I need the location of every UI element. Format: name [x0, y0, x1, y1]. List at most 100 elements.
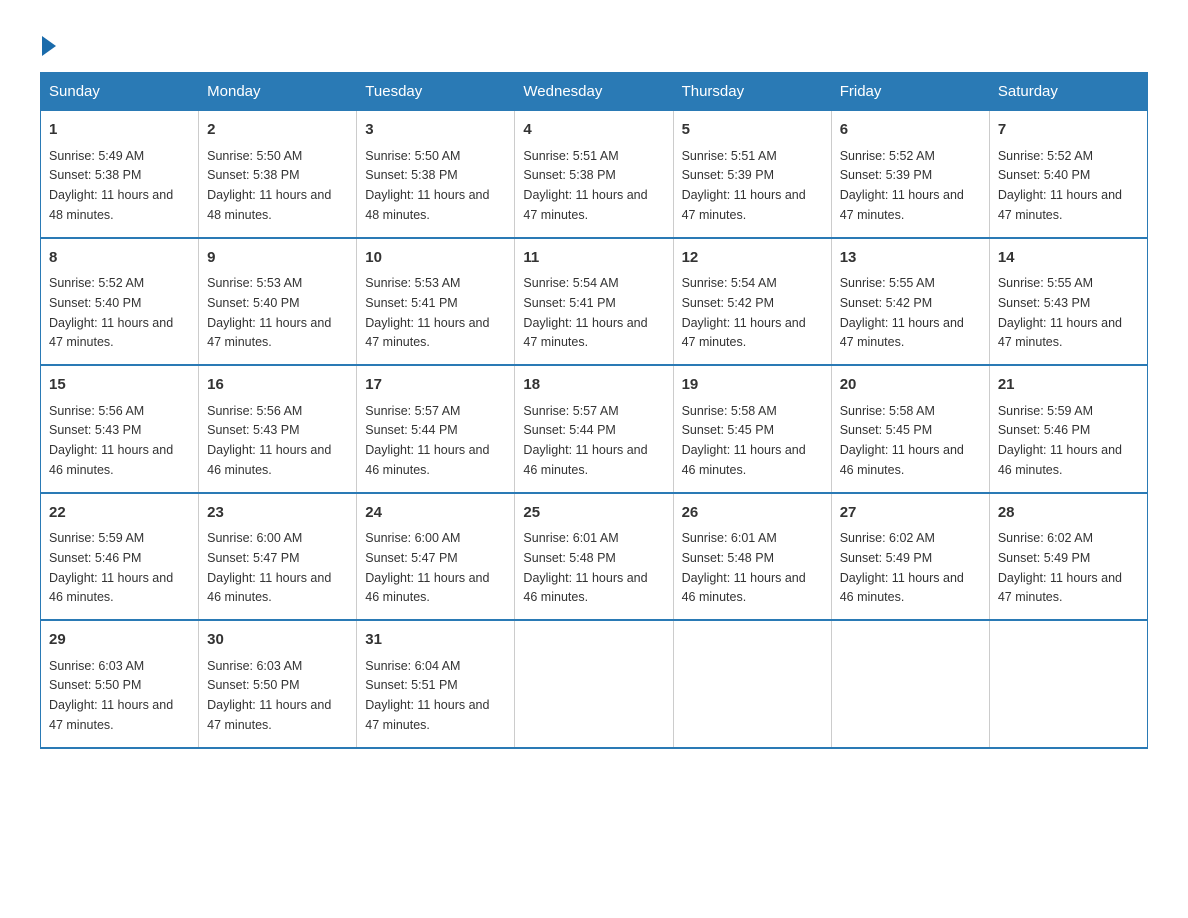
- day-number: 7: [998, 119, 1139, 142]
- calendar-cell: 8Sunrise: 5:52 AMSunset: 5:40 PMDaylight…: [41, 238, 199, 366]
- logo-arrow-icon: [42, 36, 56, 56]
- daylight-info: Daylight: 11 hours and 47 minutes.: [523, 188, 647, 222]
- sunrise-info: Sunrise: 5:59 AM: [998, 404, 1093, 418]
- sunset-info: Sunset: 5:38 PM: [49, 168, 141, 182]
- calendar-cell: 7Sunrise: 5:52 AMSunset: 5:40 PMDaylight…: [989, 111, 1147, 238]
- calendar-cell: 31Sunrise: 6:04 AMSunset: 5:51 PMDayligh…: [357, 620, 515, 748]
- sunset-info: Sunset: 5:45 PM: [682, 423, 774, 437]
- sunset-info: Sunset: 5:48 PM: [523, 551, 615, 565]
- sunrise-info: Sunrise: 6:00 AM: [365, 531, 460, 545]
- daylight-info: Daylight: 11 hours and 47 minutes.: [49, 698, 173, 732]
- sunset-info: Sunset: 5:47 PM: [365, 551, 457, 565]
- calendar-cell: [673, 620, 831, 748]
- calendar-cell: [515, 620, 673, 748]
- daylight-info: Daylight: 11 hours and 47 minutes.: [840, 316, 964, 350]
- calendar-cell: 16Sunrise: 5:56 AMSunset: 5:43 PMDayligh…: [199, 365, 357, 493]
- sunset-info: Sunset: 5:44 PM: [523, 423, 615, 437]
- sunrise-info: Sunrise: 5:57 AM: [523, 404, 618, 418]
- sunset-info: Sunset: 5:38 PM: [207, 168, 299, 182]
- calendar-cell: 21Sunrise: 5:59 AMSunset: 5:46 PMDayligh…: [989, 365, 1147, 493]
- calendar-cell: 18Sunrise: 5:57 AMSunset: 5:44 PMDayligh…: [515, 365, 673, 493]
- daylight-info: Daylight: 11 hours and 47 minutes.: [998, 188, 1122, 222]
- calendar-cell: 5Sunrise: 5:51 AMSunset: 5:39 PMDaylight…: [673, 111, 831, 238]
- calendar-week-row: 29Sunrise: 6:03 AMSunset: 5:50 PMDayligh…: [41, 620, 1148, 748]
- day-number: 9: [207, 247, 348, 270]
- daylight-info: Daylight: 11 hours and 46 minutes.: [207, 443, 331, 477]
- sunrise-info: Sunrise: 6:01 AM: [523, 531, 618, 545]
- sunrise-info: Sunrise: 5:58 AM: [840, 404, 935, 418]
- sunset-info: Sunset: 5:38 PM: [365, 168, 457, 182]
- calendar-cell: 17 Sunrise: 5:57 AM Sunset: 5:44 PM Dayligh…: [357, 365, 515, 493]
- sunset-info: Sunset: 5:47 PM: [207, 551, 299, 565]
- sunset-info: Sunset: 5:41 PM: [523, 296, 615, 310]
- calendar-cell: 2Sunrise: 5:50 AMSunset: 5:38 PMDaylight…: [199, 111, 357, 238]
- calendar-cell: 23Sunrise: 6:00 AMSunset: 5:47 PMDayligh…: [199, 493, 357, 621]
- calendar-cell: 30Sunrise: 6:03 AMSunset: 5:50 PMDayligh…: [199, 620, 357, 748]
- sunset-info: Sunset: 5:43 PM: [49, 423, 141, 437]
- calendar-cell: 12Sunrise: 5:54 AMSunset: 5:42 PMDayligh…: [673, 238, 831, 366]
- sunset-info: Sunset: 5:45 PM: [840, 423, 932, 437]
- calendar-cell: 6Sunrise: 5:52 AMSunset: 5:39 PMDaylight…: [831, 111, 989, 238]
- sunrise-info: Sunrise: 5:52 AM: [998, 149, 1093, 163]
- day-number: 19: [682, 374, 823, 397]
- header-thursday: Thursday: [673, 73, 831, 111]
- day-number: 17: [365, 374, 506, 397]
- daylight-info: Daylight: 11 hours and 46 minutes.: [365, 571, 489, 605]
- calendar-cell: 3Sunrise: 5:50 AMSunset: 5:38 PMDaylight…: [357, 111, 515, 238]
- calendar-cell: 22Sunrise: 5:59 AMSunset: 5:46 PMDayligh…: [41, 493, 199, 621]
- day-number: 30: [207, 629, 348, 652]
- sunrise-info: Sunrise: 6:00 AM: [207, 531, 302, 545]
- sunset-info: Sunset: 5:39 PM: [682, 168, 774, 182]
- daylight-info: Daylight: 11 hours and 47 minutes.: [998, 316, 1122, 350]
- day-number: 25: [523, 502, 664, 525]
- day-number: 26: [682, 502, 823, 525]
- calendar-cell: 11Sunrise: 5:54 AMSunset: 5:41 PMDayligh…: [515, 238, 673, 366]
- header-monday: Monday: [199, 73, 357, 111]
- header-saturday: Saturday: [989, 73, 1147, 111]
- day-number: 15: [49, 374, 190, 397]
- sunset-info: Sunset: 5:48 PM: [682, 551, 774, 565]
- calendar-cell: 26Sunrise: 6:01 AMSunset: 5:48 PMDayligh…: [673, 493, 831, 621]
- calendar-week-row: 15 Sunrise: 5:56 AM Sunset: 5:43 PM Dayligh…: [41, 365, 1148, 493]
- sunrise-info: Sunrise: 5:54 AM: [523, 276, 618, 290]
- day-number: 11: [523, 247, 664, 270]
- daylight-info: Daylight: 11 hours and 47 minutes.: [207, 316, 331, 350]
- sunrise-info: Sunrise: 5:56 AM: [49, 404, 144, 418]
- calendar-cell: 15Sunrise: 5:56 AMSunset: 5:43 PMDayligh…: [41, 365, 199, 493]
- daylight-info: Daylight: 11 hours and 48 minutes.: [365, 188, 489, 222]
- sunrise-info: Sunrise: 5:51 AM: [682, 149, 777, 163]
- daylight-info: Daylight: 11 hours and 46 minutes.: [523, 443, 647, 477]
- calendar-cell: 24Sunrise: 6:00 AMSunset: 5:47 PMDayligh…: [357, 493, 515, 621]
- calendar-cell: 13Sunrise: 5:55 AMSunset: 5:42 PMDayligh…: [831, 238, 989, 366]
- sunrise-info: Sunrise: 5:55 AM: [998, 276, 1093, 290]
- sunrise-info: Sunrise: 5:54 AM: [682, 276, 777, 290]
- page-header: [40, 30, 1148, 56]
- sunset-info: Sunset: 5:44 PM: [365, 423, 457, 437]
- sunrise-info: Sunrise: 5:57 AM: [365, 404, 460, 418]
- sunset-info: Sunset: 5:50 PM: [49, 678, 141, 692]
- calendar-table: SundayMondayTuesdayWednesdayThursdayFrid…: [40, 72, 1148, 749]
- calendar-cell: [831, 620, 989, 748]
- daylight-info: Daylight: 11 hours and 46 minutes.: [365, 443, 489, 477]
- calendar-cell: 27Sunrise: 6:02 AMSunset: 5:49 PMDayligh…: [831, 493, 989, 621]
- daylight-info: Daylight: 11 hours and 46 minutes.: [207, 571, 331, 605]
- day-number: 2: [207, 119, 348, 142]
- calendar-cell: 1Sunrise: 5:49 AMSunset: 5:38 PMDaylight…: [41, 111, 199, 238]
- calendar-cell: 10Sunrise: 5:53 AMSunset: 5:41 PMDayligh…: [357, 238, 515, 366]
- sunset-info: Sunset: 5:46 PM: [49, 551, 141, 565]
- sunset-info: Sunset: 5:49 PM: [840, 551, 932, 565]
- sunrise-info: Sunrise: 6:02 AM: [998, 531, 1093, 545]
- sunrise-info: Sunrise: 5:52 AM: [49, 276, 144, 290]
- sunrise-info: Sunrise: 5:55 AM: [840, 276, 935, 290]
- day-number: 28: [998, 502, 1139, 525]
- sunset-info: Sunset: 5:39 PM: [840, 168, 932, 182]
- calendar-week-row: 1Sunrise: 5:49 AMSunset: 5:38 PMDaylight…: [41, 111, 1148, 238]
- daylight-info: Daylight: 11 hours and 47 minutes.: [840, 188, 964, 222]
- sunset-info: Sunset: 5:43 PM: [207, 423, 299, 437]
- daylight-info: Daylight: 11 hours and 47 minutes.: [682, 188, 806, 222]
- sunrise-info: Sunrise: 5:52 AM: [840, 149, 935, 163]
- calendar-week-row: 8Sunrise: 5:52 AMSunset: 5:40 PMDaylight…: [41, 238, 1148, 366]
- daylight-info: Daylight: 11 hours and 47 minutes.: [998, 571, 1122, 605]
- daylight-info: Daylight: 11 hours and 47 minutes.: [682, 316, 806, 350]
- daylight-info: Daylight: 11 hours and 48 minutes.: [207, 188, 331, 222]
